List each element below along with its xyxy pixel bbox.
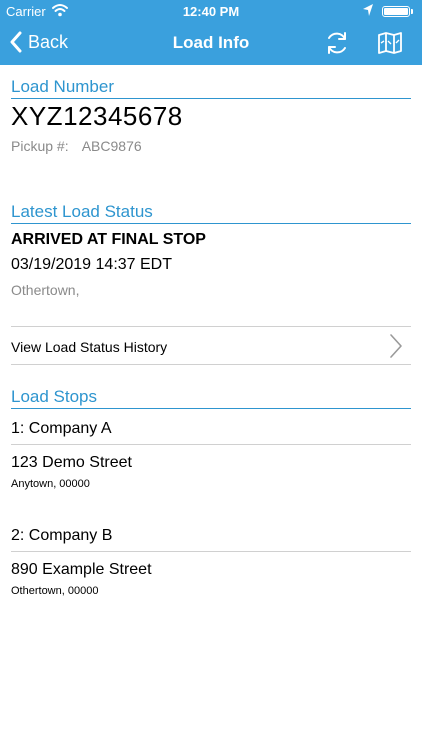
- section-title-load-stops: Load Stops: [11, 387, 411, 409]
- pickup-number: Pickup #: ABC9876: [11, 138, 411, 154]
- refresh-icon: [328, 32, 346, 54]
- stop-item: 1: Company A 123 Demo Street Anytown, 00…: [0, 409, 422, 490]
- load-number-value: XYZ12345678: [11, 101, 183, 131]
- section-title-load-number: Load Number: [11, 77, 411, 99]
- status-bar: Carrier 12:40 PM: [0, 0, 422, 22]
- pickup-label: Pickup #:: [11, 138, 69, 154]
- clock-time: 12:40 PM: [182, 4, 240, 19]
- pickup-value: ABC9876: [81, 138, 142, 154]
- refresh-button[interactable]: [324, 30, 350, 61]
- battery-tip: [411, 9, 413, 14]
- latest-status-value: ARRIVED AT FINAL STOP: [11, 231, 206, 248]
- view-status-history-label: View Load Status History: [11, 339, 168, 355]
- map-button[interactable]: [377, 31, 403, 60]
- stop-city: Othertown, 00000: [11, 585, 99, 597]
- back-button-label: Back: [28, 31, 69, 52]
- chevron-right-icon: [390, 334, 402, 358]
- stop-item: 2: Company B 890 Example Street Othertow…: [0, 516, 422, 597]
- location-arrow-icon: [362, 3, 374, 20]
- battery-icon: [382, 6, 410, 17]
- stop-city: Anytown, 00000: [11, 478, 90, 490]
- latest-status-location: Othertown,: [11, 282, 80, 298]
- view-status-history-row[interactable]: View Load Status History: [11, 326, 411, 365]
- navigation-bar: Back Load Info: [0, 22, 422, 65]
- section-title-latest-status: Latest Load Status: [11, 202, 411, 224]
- chevron-left-icon: [10, 31, 22, 53]
- map-icon: [378, 32, 402, 54]
- latest-status-datetime: 03/19/2019 14:37 EDT: [11, 256, 173, 273]
- load-info-content: Load Number XYZ12345678 Pickup #: ABC987…: [0, 65, 422, 597]
- stop-name: 2: Company B: [11, 516, 411, 552]
- stop-name: 1: Company A: [11, 409, 411, 445]
- stop-street: 123 Demo Street: [11, 454, 132, 471]
- back-button[interactable]: Back: [10, 31, 68, 53]
- stop-street: 890 Example Street: [11, 561, 152, 578]
